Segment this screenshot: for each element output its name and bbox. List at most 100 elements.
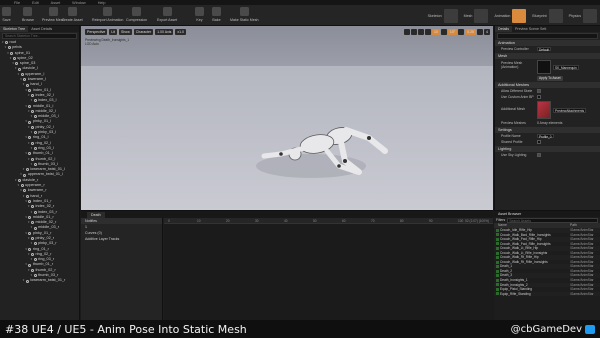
viewport-chip-perspective[interactable]: Perspective xyxy=(85,29,108,35)
menu-file[interactable]: File xyxy=(14,1,20,5)
bone-icon xyxy=(33,162,37,166)
mode-tab-physics[interactable]: Physics xyxy=(566,6,600,25)
bone-icon xyxy=(33,258,37,262)
anim-sequence-icon xyxy=(496,283,499,287)
mode-tab-mesh[interactable]: Mesh xyxy=(461,6,492,25)
menu-help[interactable]: Help xyxy=(98,1,106,5)
anim-sequence-icon xyxy=(496,233,499,237)
mesh-thumbnail[interactable] xyxy=(537,60,551,74)
creator-handle: @cbGameDev xyxy=(511,324,595,335)
key-icon xyxy=(195,7,204,16)
viewport-snap-toggle[interactable] xyxy=(417,29,424,35)
preview-viewport[interactable]: Perspective Lit Show Character 1.00 Axis x1.0… xyxy=(81,26,493,210)
menu-edit[interactable]: Edit xyxy=(32,1,39,5)
key-button[interactable]: Key xyxy=(195,6,204,25)
toolbar-label: Compression xyxy=(126,18,148,22)
bone-icon xyxy=(28,120,32,124)
bone-icon xyxy=(28,215,32,219)
use-sky-lighting-checkbox[interactable] xyxy=(537,153,541,157)
viewport-snap-toggle[interactable]: 10 xyxy=(431,29,440,35)
bone-icon xyxy=(33,131,37,135)
reimport-animation-button[interactable]: Reimport Animation xyxy=(92,6,123,25)
tab-asset-details[interactable]: Asset Details xyxy=(28,26,55,32)
viewport-chip-x1-0[interactable]: x1.0 xyxy=(175,29,186,35)
toolbar-label: Reimport Animation xyxy=(92,18,124,22)
make-static-mesh-button[interactable]: Make Static Mesh xyxy=(230,6,259,25)
tab-preview-scene-settings[interactable]: Preview Scene Sett xyxy=(512,26,549,32)
bone-icon xyxy=(20,72,24,76)
viewport-snap-toggle[interactable] xyxy=(477,29,483,35)
toolbar-label: Make Static Mesh xyxy=(230,18,259,22)
anim-sequence-icon xyxy=(496,260,499,264)
compression-button[interactable]: Compression xyxy=(126,6,147,25)
viewport-chip-1-00-axis[interactable]: 1.00 Axis xyxy=(155,29,174,35)
bone-icon xyxy=(15,62,19,66)
additional-mesh-picker[interactable]: PreviewAttachments xyxy=(553,108,587,113)
additional-mesh-thumbnail[interactable] xyxy=(537,101,551,119)
allow-different-checkbox[interactable] xyxy=(537,89,541,93)
menu-window[interactable]: Window xyxy=(72,1,86,5)
export-asset-button[interactable]: Export Asset xyxy=(157,6,177,25)
viewport-snap-toggle[interactable] xyxy=(410,29,417,35)
anim-sequence-icon xyxy=(496,269,499,273)
bone-icon xyxy=(28,247,32,251)
viewport-chip-show[interactable]: Show xyxy=(119,29,132,35)
bone-icon xyxy=(25,168,29,172)
tab-details[interactable]: Details xyxy=(495,26,512,32)
viewport-snap-toggle[interactable] xyxy=(403,29,410,35)
bone-icon xyxy=(23,189,27,193)
mode-tab-animation[interactable]: Animation xyxy=(491,6,529,25)
viewport-chip-character[interactable]: Character xyxy=(133,29,154,35)
create-asset-button[interactable]: Create Asset xyxy=(62,6,83,25)
bone-icon xyxy=(25,83,29,87)
toolbar-label: Bake xyxy=(212,18,221,22)
filters-dropdown[interactable]: Filters xyxy=(496,218,505,222)
mode-tabs: Skeleton Mesh Animation Blueprint Physics xyxy=(425,5,600,26)
viewport-snap-toggle[interactable] xyxy=(440,29,447,35)
preview-meshes-count: 0 Array elements xyxy=(537,121,563,125)
bone-row[interactable]: ▾ lowerarm_twist_01_r xyxy=(0,278,79,283)
asset-search-input[interactable]: Search Assets xyxy=(507,218,598,223)
viewport-snap-toggle[interactable] xyxy=(424,29,431,35)
right-panel-tabs: Details Preview Scene Sett xyxy=(495,26,600,32)
sequencer-timeline[interactable]: 52 (2.07) (100%) 0 10 20 30 40 50 60 70 80 90 100 xyxy=(164,218,493,321)
viewport-snap-toggle[interactable]: 0.25 xyxy=(465,29,476,35)
toolbar-label: Export Asset xyxy=(157,18,178,22)
viewport-chip-lit[interactable]: Lit xyxy=(109,29,117,35)
timeline-ruler[interactable]: 52 (2.07) (100%) 0 10 20 30 40 50 60 70 80 90 100 xyxy=(164,218,493,224)
menu-asset[interactable]: Asset xyxy=(51,1,61,5)
apply-to-asset-button[interactable]: Apply To Asset xyxy=(537,76,563,81)
profile-name-input[interactable]: Profile_0 xyxy=(537,133,554,139)
skeleton-search-input[interactable]: Search Skeleton Tree... xyxy=(2,33,77,39)
viewport-info-line: LOD Auto xyxy=(85,42,99,46)
tab-skeleton-tree[interactable]: Skeleton Tree xyxy=(0,26,29,32)
viewport-snap-toggle[interactable] xyxy=(458,29,465,35)
save-button[interactable]: Save xyxy=(2,6,11,25)
anim-sequence-icon xyxy=(496,265,499,269)
toolbar-label: Browse xyxy=(22,18,34,22)
viewport-snap-toggle[interactable]: 10° xyxy=(447,29,458,35)
mode-tab-skeleton[interactable]: Skeleton xyxy=(425,6,461,25)
bone-icon xyxy=(28,263,32,267)
ruler-tick-label: 0 xyxy=(168,218,170,223)
viewport-info: Previewing Death_Ironsights_1 LOD Auto xyxy=(85,38,129,46)
mode-tab-label: Mesh xyxy=(463,13,473,18)
skeleton-tree-panel: Skeleton Tree Asset Details Search Skele… xyxy=(0,26,80,320)
use-custom-anim-bp-checkbox[interactable] xyxy=(537,95,541,99)
preview-controller-dropdown[interactable]: Default xyxy=(537,46,552,52)
details-search-input[interactable] xyxy=(497,33,598,39)
prop-label: Preview Mesh (Animation) xyxy=(501,61,523,69)
preview-mesh-picker[interactable]: SK_Mannequin xyxy=(553,65,579,70)
bake-button[interactable]: Bake xyxy=(212,6,221,25)
mode-tab-blueprint[interactable]: Blueprint xyxy=(529,6,565,25)
bone-tree: ▾ root ▾ pelvis ▾ spine_01 ▾ spine_02 ▾ spine_03 ▾… xyxy=(0,40,79,284)
mannequin-figure[interactable] xyxy=(81,26,493,210)
track-additive-layers[interactable]: Additive Layer Tracks xyxy=(81,236,162,242)
anim-sequence-icon xyxy=(496,256,499,260)
tab-death[interactable]: Death xyxy=(87,211,105,218)
asset-row[interactable]: Equip_Rifle_Standing/Game/AnimStar xyxy=(494,291,600,297)
browse-button[interactable]: Browse xyxy=(22,6,34,25)
shared-profile-checkbox[interactable] xyxy=(537,140,541,144)
viewport-snap-toggle[interactable]: 4 xyxy=(484,29,490,35)
bone-icon xyxy=(28,231,32,235)
